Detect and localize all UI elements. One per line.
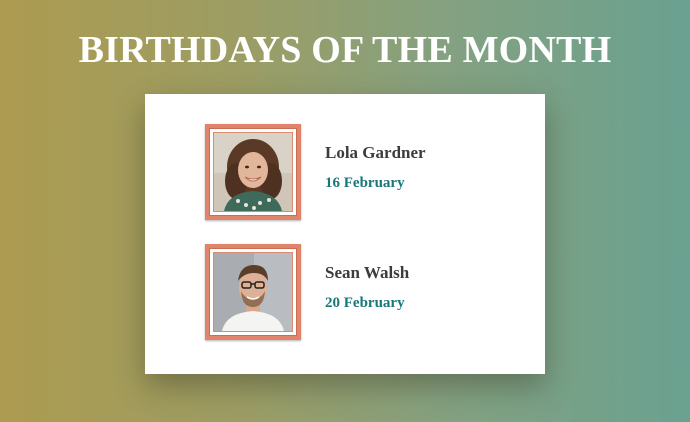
page-title: BIRTHDAYS OF THE MONTH xyxy=(78,29,612,71)
avatar xyxy=(213,252,293,332)
photo-frame xyxy=(205,244,301,340)
birthday-entry: Lola Gardner 16 February xyxy=(205,124,505,224)
birthday-entry: Sean Walsh 20 February xyxy=(205,244,505,344)
birthday-card: Lola Gardner 16 February Sean Walsh 20 F… xyxy=(145,94,545,374)
avatar xyxy=(213,132,293,212)
man-portrait-icon xyxy=(214,253,292,331)
photo-frame xyxy=(205,124,301,220)
birthday-date: 16 February xyxy=(325,175,405,191)
woman-portrait-icon xyxy=(214,133,292,211)
birthday-date: 20 February xyxy=(325,295,405,311)
person-name: Lola Gardner xyxy=(325,143,426,162)
person-name: Sean Walsh xyxy=(325,263,410,282)
